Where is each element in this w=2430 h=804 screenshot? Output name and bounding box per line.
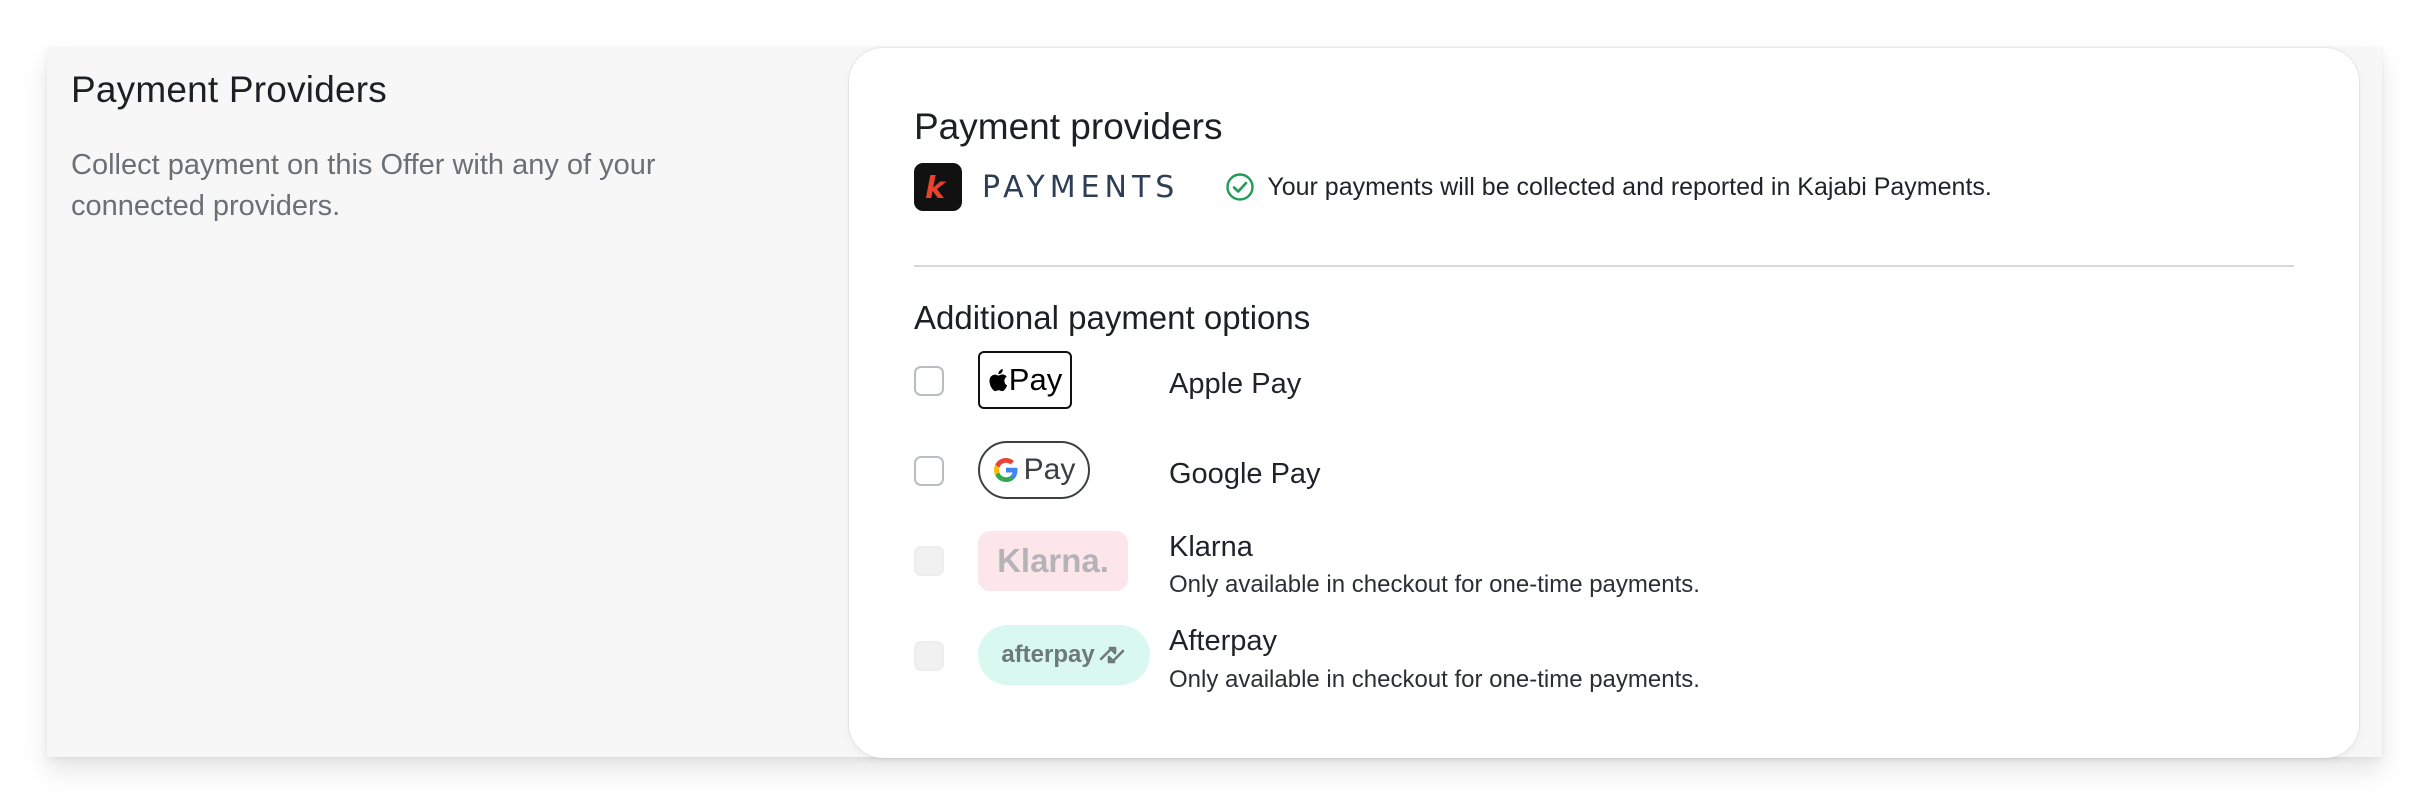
svg-text:k: k <box>925 171 947 204</box>
option-afterpay: afterpay Afterpay Only available in chec… <box>914 625 2294 715</box>
card-title: Payment providers <box>914 106 1223 147</box>
section-title: Payment Providers <box>71 69 387 110</box>
payments-status-text: Your payments will be collected and repo… <box>1267 172 1992 201</box>
option-google-pay: Pay Google Pay <box>914 441 2294 531</box>
kajabi-payments-wordmark: PAYMENTS <box>982 169 1180 205</box>
google-pay-badge-text: Pay <box>1023 453 1076 486</box>
payment-providers-card: Payment providers k PAYMENTS Your paymen… <box>849 48 2359 758</box>
google-pay-checkbox[interactable] <box>914 456 944 486</box>
klarna-note: Only available in checkout for one-time … <box>1169 571 1700 598</box>
kajabi-payments-row: k PAYMENTS Your payments will be collect… <box>914 162 2294 212</box>
section-description: Collect payment on this Offer with any o… <box>71 149 656 222</box>
afterpay-note: Only available in checkout for one-time … <box>1169 666 1700 693</box>
afterpay-badge-text: afterpay <box>1001 641 1095 668</box>
google-pay-label: Google Pay <box>1169 458 1321 490</box>
afterpay-label: Afterpay <box>1169 625 1277 657</box>
klarna-checkbox[interactable] <box>914 546 944 576</box>
option-klarna: Klarna. Klarna Only available in checkou… <box>914 531 2294 625</box>
payments-status: Your payments will be collected and repo… <box>1225 172 1992 202</box>
option-apple-pay: Pay Apple Pay <box>914 351 2294 441</box>
google-pay-badge: Pay <box>978 441 1090 499</box>
afterpay-badge: afterpay <box>978 625 1150 685</box>
apple-pay-badge: Pay <box>978 351 1072 409</box>
afterpay-checkbox[interactable] <box>914 641 944 671</box>
apple-pay-badge-text: Pay <box>1008 362 1063 397</box>
apple-pay-label: Apple Pay <box>1169 368 1302 400</box>
kajabi-logo-icon: k <box>914 163 962 211</box>
divider <box>914 265 2294 267</box>
afterpay-arrows-icon <box>1099 646 1124 664</box>
klarna-badge: Klarna. <box>978 531 1128 591</box>
google-g-icon <box>993 458 1018 482</box>
additional-options-title: Additional payment options <box>914 299 1311 336</box>
section-intro: Payment Providers Collect payment on thi… <box>71 69 771 227</box>
apple-pay-checkbox[interactable] <box>914 366 944 396</box>
check-circle-icon <box>1226 173 1255 201</box>
klarna-label: Klarna <box>1169 531 1253 563</box>
apple-logo-icon <box>989 369 1007 392</box>
